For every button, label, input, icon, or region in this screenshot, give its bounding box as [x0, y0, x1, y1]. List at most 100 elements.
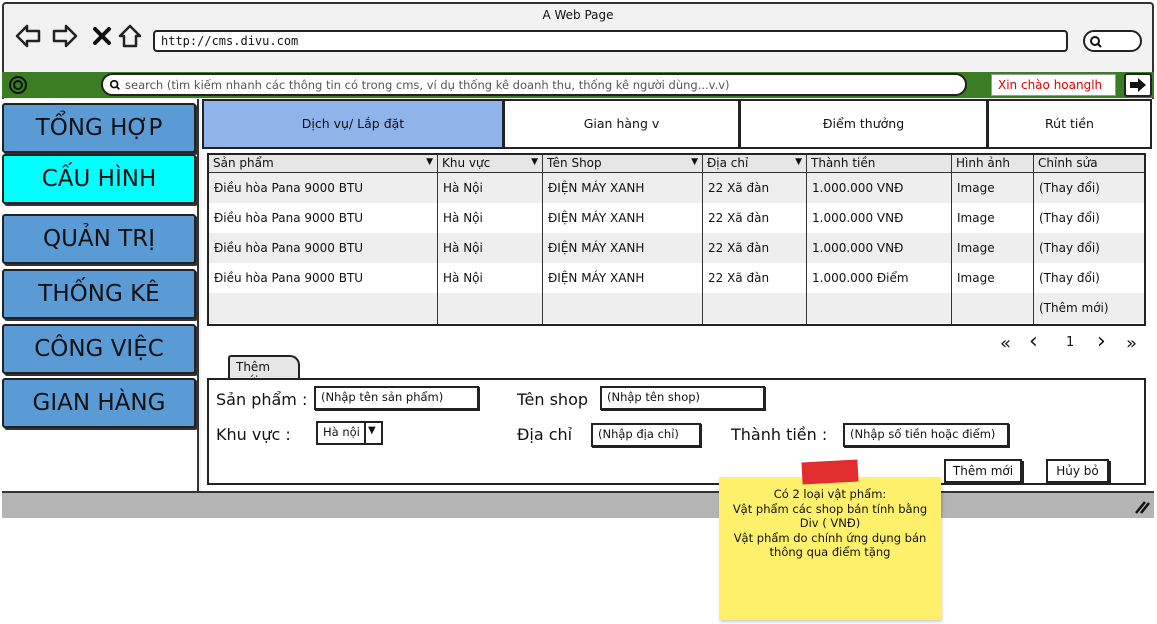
greeting-label: Xin chào hoanglh — [991, 74, 1116, 96]
cell-ten-shop: ĐIỆN MÁY XANH — [548, 181, 645, 195]
logout-arrow-icon — [1130, 78, 1146, 92]
column-header-dia-chi[interactable]: Địa chỉ ▼ — [703, 155, 807, 173]
shop-name-input[interactable]: (Nhập tên shop) — [600, 386, 765, 410]
product-name-input[interactable]: (Nhập tên sản phẩm) — [314, 386, 479, 410]
amount-label: Thành tiền : — [731, 425, 828, 444]
tab-gian-hang[interactable]: Gian hàng v — [503, 99, 740, 149]
sidebar-item-quan-tri[interactable]: QUẢN TRỊ — [2, 214, 196, 264]
column-header-label: Tên Shop — [547, 156, 602, 170]
table-row: Điều hòa Pana 9000 BTU Hà Nội ĐIỆN MÁY X… — [209, 263, 1144, 293]
cell-thanh-tien: 1.000.000 Điểm — [812, 271, 909, 285]
cell-dia-chi: 22 Xã đàn — [708, 271, 770, 285]
edit-link[interactable]: (Thay đổi) — [1034, 233, 1100, 263]
status-bar — [2, 491, 1154, 518]
pager-next-icon[interactable]: › — [1097, 329, 1106, 354]
column-header-hinh-anh: Hình ảnh — [952, 155, 1034, 173]
column-divider — [951, 155, 952, 324]
column-header-chinh-sua: Chỉnh sửa — [1034, 155, 1144, 173]
address-input[interactable]: (Nhập địa chỉ) — [591, 423, 701, 447]
sidebar-item-gian-hang[interactable]: GIAN HÀNG — [2, 378, 196, 428]
cell-khu-vuc: Hà Nội — [443, 211, 483, 225]
form-tab-them-moi[interactable]: Thêm mới — [228, 355, 300, 388]
sidebar-item-cong-viec[interactable]: CÔNG VIỆC — [2, 324, 196, 374]
pager-prev-icon[interactable]: ‹ — [1029, 329, 1038, 354]
tab-rut-tien[interactable]: Rút tiền — [987, 99, 1152, 149]
note-tape — [801, 459, 859, 485]
column-header-label: Sản phẩm — [213, 156, 274, 170]
product-label: Sản phẩm : — [216, 390, 308, 409]
sort-arrow-icon[interactable]: ▼ — [691, 157, 698, 167]
note-line: Vật phẩm các shop bán tính bằng Div ( VN… — [732, 501, 928, 531]
column-header-label: Khu vực — [442, 156, 491, 170]
column-header-label: Địa chỉ — [707, 156, 749, 170]
cell-ten-shop: ĐIỆN MÁY XANH — [548, 211, 645, 225]
cell-ten-shop: ĐIỆN MÁY XANH — [548, 241, 645, 255]
sort-arrow-icon[interactable]: ▼ — [531, 157, 538, 167]
edit-link[interactable]: (Thay đổi) — [1034, 263, 1100, 293]
address-label: Địa chỉ — [517, 425, 573, 444]
cell-ten-shop: ĐIỆN MÁY XANH — [548, 271, 645, 285]
column-divider — [806, 155, 807, 324]
edit-link[interactable]: (Thay đổi) — [1034, 173, 1100, 203]
column-header-san-pham[interactable]: Sản phẩm ▼ — [209, 155, 438, 173]
home-icon[interactable] — [116, 22, 144, 50]
cms-search-placeholder: search (tìm kiếm nhanh các thông tin có … — [125, 78, 730, 92]
browser-search-button[interactable] — [1083, 30, 1142, 52]
chevron-down-icon[interactable]: ▼ — [364, 421, 383, 445]
cell-dia-chi: 22 Xã đàn — [708, 181, 770, 195]
sidebar-item-tong-hop[interactable]: TỔNG HỢP — [2, 103, 196, 153]
table-row: Điều hòa Pana 9000 BTU Hà Nội ĐIỆN MÁY X… — [209, 233, 1144, 263]
column-header-khu-vuc[interactable]: Khu vực ▼ — [438, 155, 543, 173]
cell-thanh-tien: 1.000.000 VNĐ — [812, 211, 904, 225]
cell-san-pham: Điều hòa Pana 9000 BTU — [214, 181, 364, 195]
region-label: Khu vực : — [216, 425, 291, 444]
logo-icon — [9, 76, 27, 94]
cell-dia-chi: 22 Xã đàn — [708, 211, 770, 225]
tab-diem-thuong[interactable]: Điểm thưởng — [739, 99, 988, 149]
search-icon — [109, 79, 120, 90]
column-header-ten-shop[interactable]: Tên Shop ▼ — [543, 155, 703, 173]
cell-dia-chi: 22 Xã đàn — [708, 241, 770, 255]
cell-khu-vuc: Hà Nội — [443, 241, 483, 255]
logout-button[interactable] — [1124, 73, 1152, 97]
cell-thanh-tien: 1.000.000 VNĐ — [812, 181, 904, 195]
cms-search-input[interactable]: search (tìm kiếm nhanh các thông tin có … — [101, 73, 967, 96]
pager-current-page: 1 — [1066, 335, 1075, 350]
forward-arrow-icon[interactable] — [51, 22, 79, 50]
column-divider — [1033, 155, 1034, 324]
pager-last-icon[interactable]: » — [1126, 333, 1137, 354]
cell-thanh-tien: 1.000.000 VNĐ — [812, 241, 904, 255]
sort-arrow-icon[interactable]: ▼ — [426, 157, 433, 167]
region-select[interactable]: Hà nội — [316, 421, 366, 445]
sidebar-item-cau-hinh[interactable]: CẤU HÌNH — [2, 154, 196, 204]
table-row: Điều hòa Pana 9000 BTU Hà Nội ĐIỆN MÁY X… — [209, 203, 1144, 233]
cell-hinh-anh[interactable]: Image — [952, 173, 995, 203]
column-divider — [437, 155, 438, 324]
edit-link[interactable]: (Thay đổi) — [1034, 203, 1100, 233]
cell-san-pham: Điều hòa Pana 9000 BTU — [214, 241, 364, 255]
url-bar[interactable]: http://cms.divu.com — [153, 30, 1068, 52]
cancel-button[interactable]: Hủy bỏ — [1046, 459, 1109, 483]
resize-grip-icon[interactable] — [1132, 500, 1150, 514]
sticky-note: Có 2 loại vật phẩm: Vật phẩm các shop bá… — [719, 477, 941, 620]
close-icon[interactable] — [88, 22, 116, 50]
pager-first-icon[interactable]: « — [1000, 333, 1011, 354]
tab-dich-vu[interactable]: Dịch vụ/ Lắp đặt — [202, 99, 504, 149]
sort-arrow-icon[interactable]: ▼ — [795, 157, 802, 167]
cell-hinh-anh[interactable]: Image — [952, 233, 995, 263]
sidebar-item-thong-ke[interactable]: THỐNG KÊ — [2, 269, 196, 319]
column-divider — [542, 155, 543, 324]
note-line: Có 2 loại vật phẩm: — [773, 487, 887, 501]
submit-button[interactable]: Thêm mới — [944, 459, 1022, 483]
cell-hinh-anh[interactable]: Image — [952, 203, 995, 233]
back-arrow-icon[interactable] — [14, 22, 42, 50]
cell-khu-vuc: Hà Nội — [443, 181, 483, 195]
column-header-thanh-tien: Thành tiền — [807, 155, 952, 173]
amount-input[interactable]: (Nhập số tiền hoặc điểm) — [843, 423, 1009, 447]
add-new-link[interactable]: (Thêm mới) — [1034, 293, 1109, 323]
window-title: A Web Page — [542, 8, 614, 22]
table-row: (Thêm mới) — [209, 293, 1144, 323]
search-icon — [1090, 36, 1102, 48]
cell-hinh-anh[interactable]: Image — [952, 263, 995, 293]
cell-san-pham: Điều hòa Pana 9000 BTU — [214, 271, 364, 285]
